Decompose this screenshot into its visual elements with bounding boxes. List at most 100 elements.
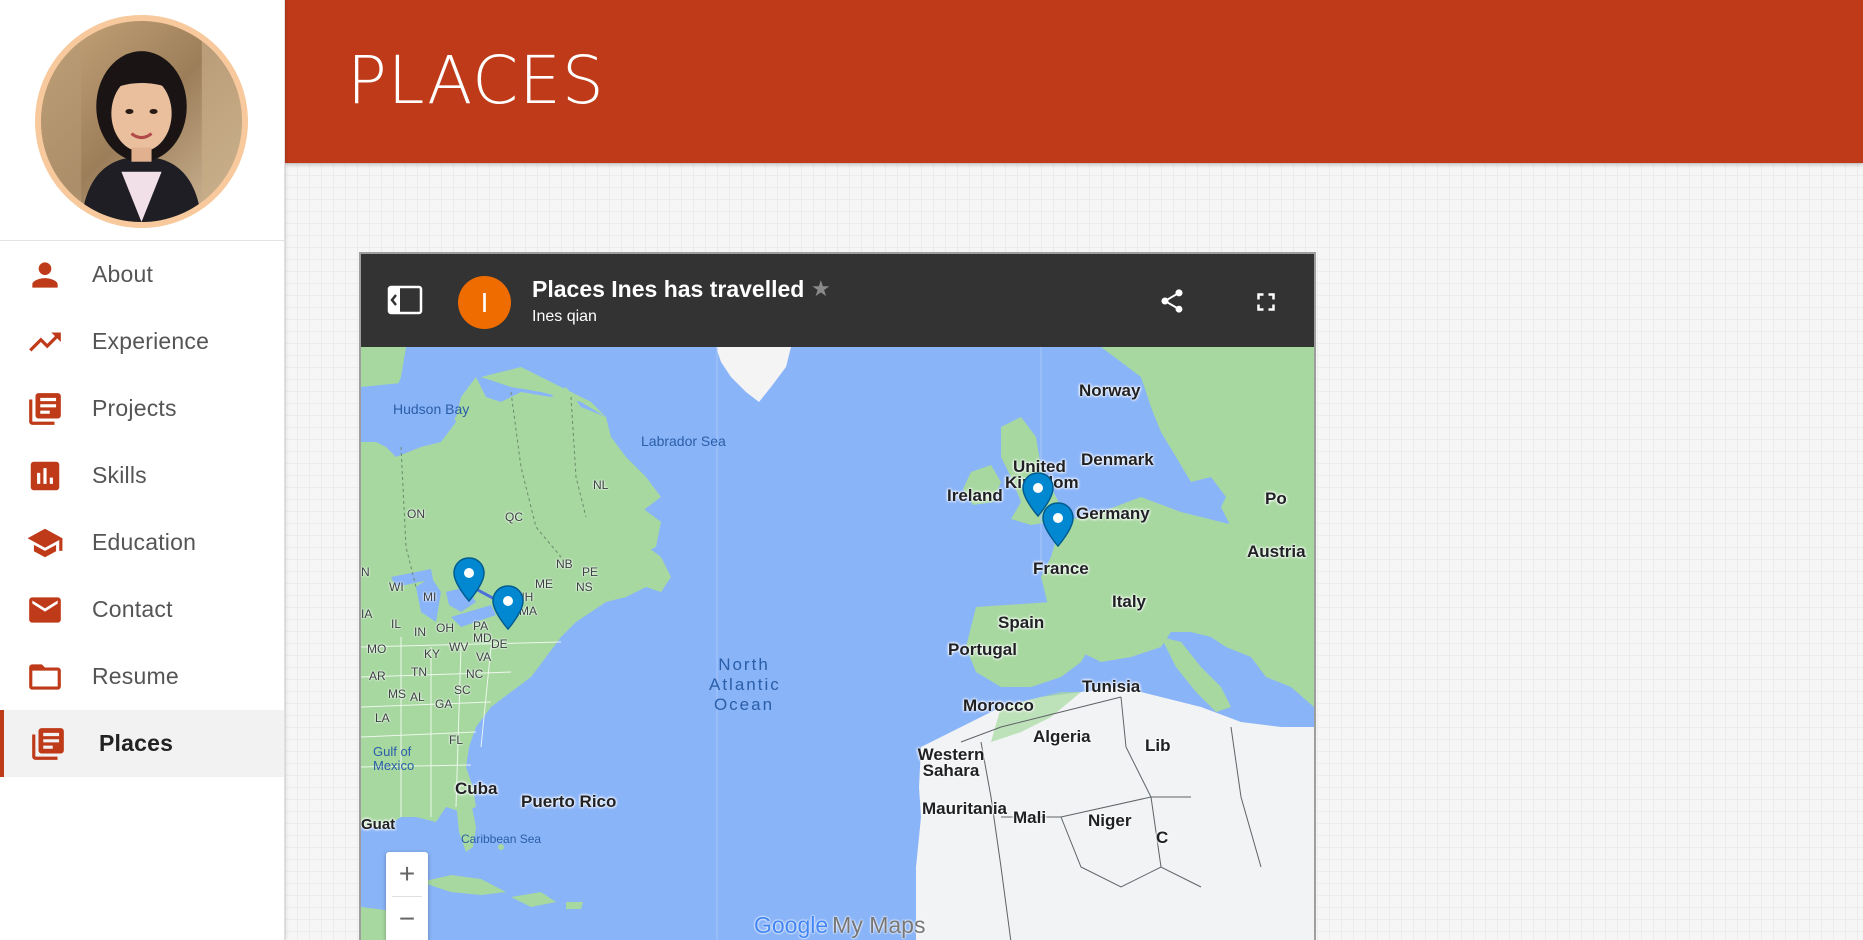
map-label: Germany xyxy=(1076,504,1150,523)
map-label: PE xyxy=(582,565,599,579)
sidebar-item-skills[interactable]: Skills xyxy=(0,442,284,509)
map-owner: Ines qian xyxy=(532,308,597,325)
page-header: PLACES xyxy=(285,0,1863,163)
google-my-maps-logo: Google My Maps xyxy=(754,912,925,939)
owner-avatar[interactable]: I xyxy=(458,276,511,329)
star-icon[interactable]: ★ xyxy=(811,276,831,302)
map-label: IL xyxy=(391,617,402,631)
map-label: Labrador Sea xyxy=(641,433,726,449)
profile-section xyxy=(0,0,284,241)
map-label: IA xyxy=(361,607,373,621)
map-label: NS xyxy=(576,580,593,594)
bar-chart-icon xyxy=(26,457,64,495)
map-label: OH xyxy=(436,621,454,635)
map-label: Mauritania xyxy=(922,799,1008,818)
map-label: Portugal xyxy=(948,640,1017,659)
map-label: Ocean xyxy=(713,695,775,714)
map-label: Italy xyxy=(1112,592,1147,611)
map-pin[interactable] xyxy=(491,585,525,631)
map-label: WI xyxy=(389,580,404,594)
map-label: AR xyxy=(369,669,386,683)
map-label: KY xyxy=(424,647,441,661)
folder-icon xyxy=(26,658,64,696)
sidebar-item-resume[interactable]: Resume xyxy=(0,643,284,710)
map-label: Guat xyxy=(361,816,396,833)
sidebar: About Experience Projects Skills Educati… xyxy=(0,0,285,940)
email-icon xyxy=(26,591,64,629)
map-label: IN xyxy=(414,625,426,639)
legend-icon xyxy=(387,285,423,315)
sidebar-item-label: Places xyxy=(99,730,174,756)
sidebar-item-education[interactable]: Education xyxy=(0,509,284,576)
fullscreen-button[interactable] xyxy=(1251,287,1281,317)
map-label: Lib xyxy=(1145,736,1171,755)
map-pin[interactable] xyxy=(1041,502,1075,548)
map-label: LA xyxy=(375,711,390,725)
map-label: GA xyxy=(435,697,453,711)
library-books-icon xyxy=(29,725,67,763)
map-label: FL xyxy=(449,733,464,747)
map-label: Po xyxy=(1265,489,1287,508)
map-label: Denmark xyxy=(1081,450,1154,469)
map-label: Puerto Rico xyxy=(521,792,617,811)
map-label: QC xyxy=(505,510,523,524)
sidebar-item-label: Resume xyxy=(92,663,179,689)
map-label: Mali xyxy=(1013,808,1047,827)
page-title: PLACES xyxy=(347,42,605,119)
trending-up-icon xyxy=(26,323,64,361)
map-label: Caribbean Sea xyxy=(461,832,542,846)
sidebar-item-label: Projects xyxy=(92,395,177,421)
map-label: MS xyxy=(388,687,406,701)
person-icon xyxy=(26,256,64,294)
zoom-in-button[interactable]: + xyxy=(386,852,428,896)
share-icon xyxy=(1161,289,1183,313)
map-label: ON xyxy=(407,507,425,521)
map-label: Gulf of Mexico xyxy=(373,744,415,773)
sidebar-item-label: Contact xyxy=(92,596,173,622)
sidebar-item-about[interactable]: About xyxy=(0,241,284,308)
ocean-label: North Atlantic Ocean xyxy=(709,655,779,715)
sidebar-item-places[interactable]: Places xyxy=(0,710,284,777)
map-label: North xyxy=(718,655,770,674)
map-header: I Places Ines has travelled ★ Ines qian xyxy=(361,254,1314,347)
map-pin[interactable] xyxy=(452,557,486,603)
map-label: Western Sahara xyxy=(917,745,985,780)
map-label: NL xyxy=(593,478,609,492)
map-label: NB xyxy=(556,557,573,571)
map-label: Norway xyxy=(1079,381,1141,400)
sidebar-item-label: Experience xyxy=(92,328,210,354)
sidebar-item-experience[interactable]: Experience xyxy=(0,308,284,375)
sidebar-item-label: Education xyxy=(92,529,197,555)
map-label: Algeria xyxy=(1033,727,1091,746)
map-label: AL xyxy=(410,690,425,704)
share-button[interactable] xyxy=(1158,287,1186,315)
sidebar-item-projects[interactable]: Projects xyxy=(0,375,284,442)
sidebar-nav: About Experience Projects Skills Educati… xyxy=(0,241,284,777)
zoom-out-button[interactable]: − xyxy=(386,897,428,940)
map-label: Austria xyxy=(1247,542,1306,561)
map-label: France xyxy=(1033,559,1089,578)
zoom-control: + − xyxy=(386,852,428,940)
profile-photo xyxy=(41,21,242,222)
map-label: WV xyxy=(449,640,469,654)
map-label: SC xyxy=(454,683,471,697)
sidebar-item-label: Skills xyxy=(92,462,147,488)
map-canvas[interactable]: Hudson Bay Labrador Sea Norway Denmark U… xyxy=(361,347,1314,940)
map-label: MO xyxy=(367,642,387,656)
map-label: Ireland xyxy=(947,486,1003,505)
legend-toggle-button[interactable] xyxy=(387,284,423,316)
map-label: NC xyxy=(466,667,484,681)
avatar xyxy=(35,15,248,228)
map-label: DE xyxy=(491,637,508,651)
map-label: VA xyxy=(476,650,492,664)
map-label: Spain xyxy=(998,613,1045,632)
map-label: MD xyxy=(473,631,492,645)
map-label: Atlantic xyxy=(709,675,781,694)
sidebar-item-contact[interactable]: Contact xyxy=(0,576,284,643)
map-label: ME xyxy=(535,577,553,591)
sidebar-item-label: About xyxy=(92,261,154,287)
map-label: MI xyxy=(423,590,437,604)
map-embed[interactable]: I Places Ines has travelled ★ Ines qian xyxy=(359,252,1316,940)
library-books-icon xyxy=(26,390,64,428)
google-wordmark: Google xyxy=(754,912,829,938)
